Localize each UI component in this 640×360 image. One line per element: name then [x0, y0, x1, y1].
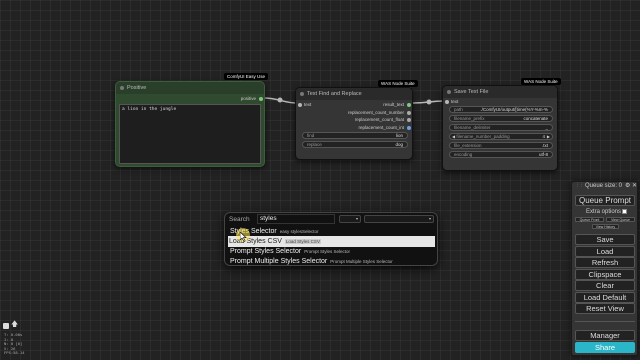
- extra-options-checkbox[interactable]: [622, 209, 627, 214]
- upload-arrow-icon[interactable]: 🡅: [11, 321, 18, 329]
- output-label-count-float: replacement_count_float: [354, 117, 404, 122]
- output-port[interactable]: [407, 103, 411, 107]
- stat-fps: FPS:58.14: [4, 350, 25, 356]
- queue-prompt-button[interactable]: Queue Prompt: [575, 195, 635, 206]
- increment-arrow-icon[interactable]: ▶: [547, 134, 550, 139]
- clipspace-button[interactable]: Clipspace: [575, 269, 635, 280]
- input-port-text[interactable]: [298, 103, 302, 107]
- output-port[interactable]: [407, 110, 411, 115]
- mouse-cursor-icon: [240, 232, 247, 242]
- queue-front-button[interactable]: Queue Front: [575, 217, 604, 222]
- result-desc: easy stylesSelector: [279, 229, 319, 234]
- node-badge-save-text: WAS Node Suite: [521, 78, 561, 85]
- widget-value: _: [545, 125, 548, 130]
- share-button[interactable]: Share: [575, 342, 635, 353]
- widget-value: 4: [542, 134, 545, 139]
- prompt-textarea[interactable]: a lion in the jungle: [119, 104, 261, 164]
- output-port[interactable]: [407, 125, 411, 130]
- fit-view-icon[interactable]: [3, 323, 9, 329]
- output-label-result: result_text: [383, 102, 404, 107]
- output-label-count-int: replacement_count_int: [358, 124, 404, 130]
- save-button[interactable]: Save: [575, 234, 635, 245]
- collapse-dot[interactable]: [120, 86, 124, 90]
- result-desc: Prompt Styles Selector: [304, 249, 350, 254]
- search-input[interactable]: styles: [257, 214, 335, 224]
- stats-panel: T: 0.00s I: 0 N: 0 [0] V: 26 FPS:58.14: [4, 332, 25, 356]
- output-label: positive: [240, 96, 256, 101]
- menu-divider: [575, 321, 635, 322]
- view-history-button[interactable]: View History: [592, 224, 619, 229]
- output-port[interactable]: [407, 118, 411, 122]
- output-port[interactable]: [259, 97, 263, 101]
- collapse-dot[interactable]: [447, 90, 451, 94]
- result-name: Prompt Styles Selector: [230, 248, 302, 255]
- decrement-arrow-icon[interactable]: ◀: [452, 134, 455, 139]
- input-label: text: [451, 99, 459, 104]
- chevron-down-icon: ▾: [355, 216, 358, 221]
- node-title-text: Save Text File: [454, 89, 489, 95]
- output-label-count-number: replacement_count_number: [347, 109, 404, 115]
- link-midpoint: [277, 97, 283, 103]
- filename-number-padding-widget[interactable]: ◀ filename_number_padding 4 ▶: [449, 133, 553, 140]
- reset-view-button[interactable]: Reset View: [575, 303, 635, 314]
- widget-value: ./ComfyUI/output/[time(%Y-%m-%: [480, 107, 548, 112]
- filename-delimiter-widget[interactable]: filename_delimiter _: [449, 124, 553, 131]
- widget-value: lion: [395, 133, 403, 138]
- node-title[interactable]: Save Text File: [443, 86, 557, 98]
- file-extension-widget[interactable]: file_extension .txt: [449, 142, 553, 149]
- node-title[interactable]: Positive: [116, 82, 264, 94]
- search-label: Search: [229, 216, 250, 223]
- result-desc: Load Styles CSV: [284, 239, 321, 244]
- link-midpoint: [426, 99, 432, 105]
- positive-node[interactable]: Positive positive a lion in the jungle: [115, 81, 265, 167]
- drag-handle-icon[interactable]: ⋮⋮: [575, 182, 584, 188]
- queue-menu: ⋮⋮ Queue size: 0 ⚙ ✕ Queue Prompt Extra …: [571, 181, 638, 356]
- node-title-text: Text Find and Replace: [307, 91, 362, 97]
- replace-widget[interactable]: replace dog: [302, 141, 408, 148]
- widget-label: find: [307, 133, 315, 138]
- result-desc: Prompt Multiple Styles Selector: [330, 259, 393, 264]
- view-queue-button[interactable]: View Queue: [606, 217, 635, 222]
- type-filter-select-2[interactable]: ▾: [364, 215, 434, 223]
- node-badge-positive: ComfyUI Easy Use: [224, 73, 269, 80]
- gear-icon[interactable]: ⚙: [625, 182, 630, 189]
- widget-value: .txt: [541, 143, 548, 148]
- extra-options-label: Extra options: [586, 209, 622, 215]
- clear-button[interactable]: Clear: [575, 280, 635, 291]
- save-text-file-node[interactable]: Save Text File text path ./ComfyUI/outpu…: [442, 85, 558, 171]
- collapse-dot[interactable]: [300, 92, 304, 96]
- search-result-item[interactable]: Prompt Multiple Styles Selector Prompt Mu…: [229, 256, 393, 267]
- widget-label: filename_number_padding: [456, 134, 510, 139]
- manager-button[interactable]: Manager: [575, 330, 635, 341]
- widget-value: dog: [395, 142, 403, 147]
- widget-label: replace: [307, 142, 322, 147]
- node-links: [262, 97, 445, 105]
- text-find-replace-node[interactable]: Text Find and Replace text result_text r…: [295, 87, 413, 160]
- widget-value: utf-8: [538, 152, 548, 157]
- encoding-widget[interactable]: encoding utf-8: [449, 151, 553, 158]
- find-widget[interactable]: find lion: [302, 132, 408, 139]
- input-port-text[interactable]: [445, 100, 449, 104]
- widget-label: filename_delimiter: [454, 125, 491, 130]
- close-icon[interactable]: ✕: [632, 182, 637, 189]
- path-widget[interactable]: path ./ComfyUI/output/[time(%Y-%m-%: [449, 106, 553, 113]
- queue-size-label: Queue size: 0: [585, 183, 623, 189]
- load-default-button[interactable]: Load Default: [575, 292, 635, 303]
- load-button[interactable]: Load: [575, 246, 635, 257]
- widget-label: path: [454, 107, 463, 112]
- node-title[interactable]: Text Find and Replace: [296, 88, 412, 100]
- filename-prefix-widget[interactable]: filename_prefix concatenate: [449, 115, 553, 122]
- chevron-down-icon: ▾: [428, 216, 431, 221]
- type-filter-select-1[interactable]: ▾: [339, 215, 361, 223]
- node-badge-find-replace: WAS Node Suite: [378, 80, 418, 87]
- widget-label: filename_prefix: [454, 116, 485, 121]
- widget-label: file_extension: [454, 143, 482, 148]
- widget-value: concatenate: [523, 116, 548, 121]
- node-title-text: Positive: [127, 85, 147, 91]
- input-label: text: [304, 102, 312, 107]
- widget-label: encoding: [454, 152, 473, 157]
- node-search-dialog[interactable]: Search styles ▾ ▾ Styles Selector easy st…: [224, 212, 438, 266]
- refresh-button[interactable]: Refresh: [575, 257, 635, 268]
- result-name: Prompt Multiple Styles Selector: [230, 258, 328, 265]
